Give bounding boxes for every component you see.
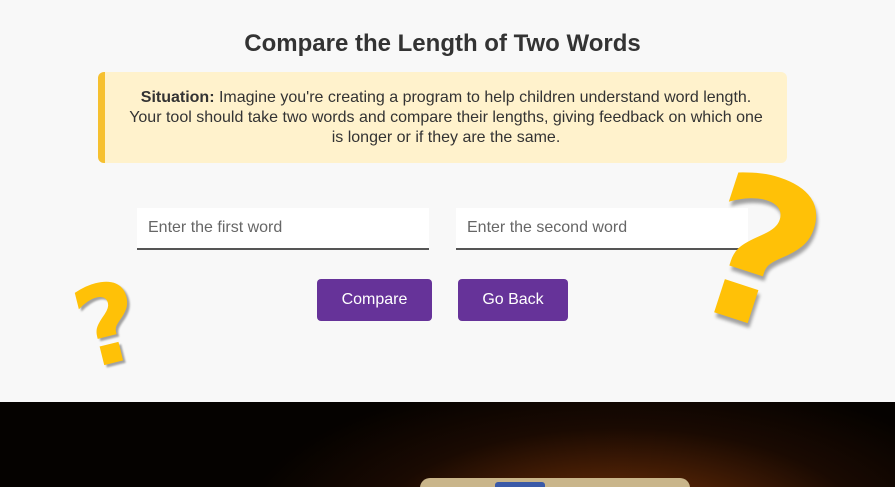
compare-button[interactable]: Compare <box>317 279 432 321</box>
situation-label: Situation: <box>140 89 215 106</box>
content-area: Compare the Length of Two Words Situatio… <box>0 0 895 402</box>
background-photo <box>0 402 895 487</box>
go-back-button[interactable]: Go Back <box>458 279 568 321</box>
photo-object-detail <box>495 482 545 487</box>
photo-object <box>420 478 690 487</box>
question-mark-icon: ? <box>666 125 850 384</box>
page-title: Compare the Length of Two Words <box>244 30 641 57</box>
first-word-input[interactable] <box>137 208 429 250</box>
situation-text: Imagine you're creating a program to hel… <box>129 89 763 146</box>
page: Compare the Length of Two Words Situatio… <box>0 0 895 487</box>
question-mark-icon: ? <box>61 255 155 395</box>
situation-box: Situation: Imagine you're creating a pro… <box>98 72 787 163</box>
